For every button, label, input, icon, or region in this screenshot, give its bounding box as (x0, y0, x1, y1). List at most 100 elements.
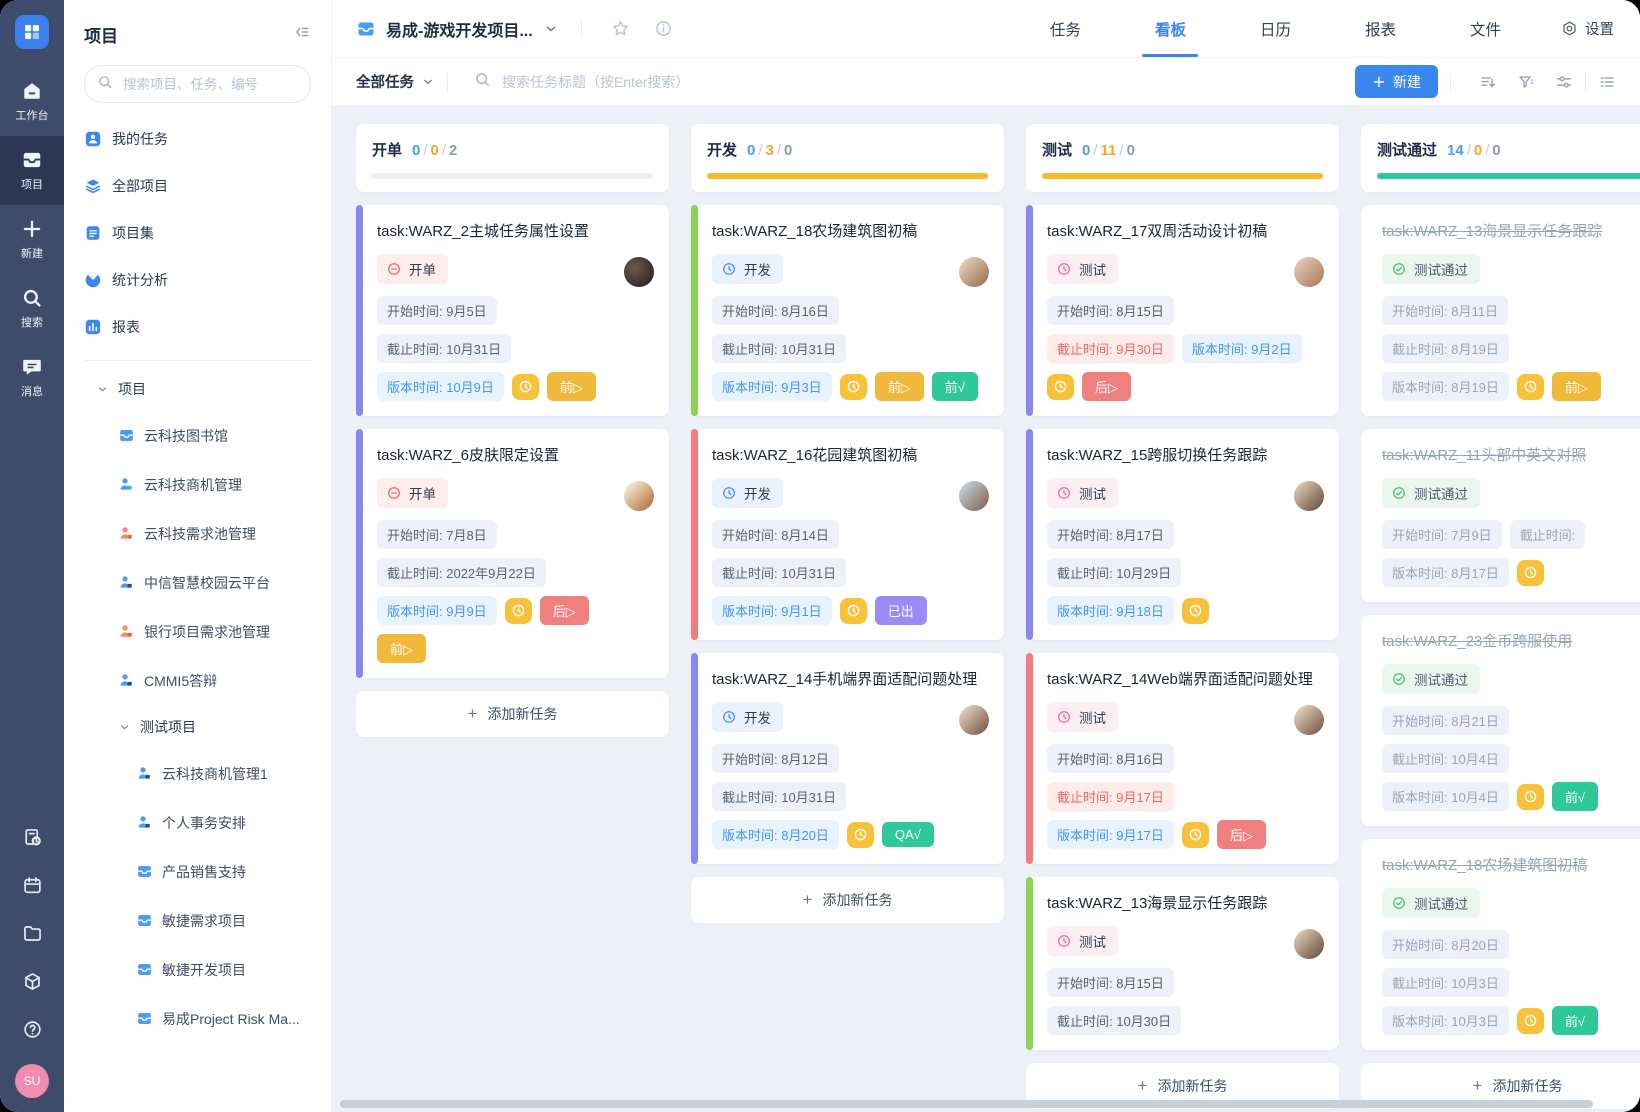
folder-icon[interactable] (22, 923, 43, 944)
sidebar-menu-item[interactable]: 报表 (84, 303, 311, 350)
app-logo-icon[interactable] (15, 15, 49, 49)
status-tag[interactable]: 开发 (712, 254, 783, 284)
sidebar-project-item[interactable]: 敏捷开发项目 (84, 945, 311, 994)
status-tag[interactable]: 开发 (712, 702, 783, 732)
task-card[interactable]: task:WARZ_2主城任务属性设置开单开始时间: 9月5日截止时间: 10月… (356, 205, 669, 416)
task-scope-dropdown[interactable]: 全部任务 (356, 71, 435, 92)
chevron-down-icon (96, 383, 109, 396)
status-tag[interactable]: 测试通过 (1382, 254, 1480, 284)
sidebar-project-item[interactable]: 云科技需求池管理 (84, 509, 311, 558)
rail-item-new[interactable]: 新建 (0, 205, 64, 274)
status-tag[interactable]: 开单 (377, 254, 448, 284)
filter-icon[interactable] (1517, 73, 1535, 91)
rail-item-workbench[interactable]: 工作台 (0, 67, 64, 136)
sidebar-search[interactable] (84, 65, 311, 103)
sidebar-group[interactable]: 测试项目 (84, 705, 311, 749)
status-tag[interactable]: 测试 (1047, 702, 1118, 732)
tab-calendar[interactable]: 日历 (1260, 0, 1291, 57)
sidebar-project-item[interactable]: 云科技商机管理 (84, 460, 311, 509)
tab-files[interactable]: 文件 (1470, 0, 1501, 57)
task-card[interactable]: task:WARZ_17双周活动设计初稿测试开始时间: 8月15日截止时间: 9… (1026, 205, 1339, 416)
card-field-row: 开始时间: 8月17日 (1047, 520, 1323, 549)
sidebar-project-item[interactable]: 易成Project Risk Ma... (84, 994, 311, 1043)
sidebar-project-item[interactable]: 产品销售支持 (84, 847, 311, 896)
status-tag[interactable]: 开单 (377, 478, 448, 508)
add-task-button[interactable]: +添加新任务 (356, 691, 669, 737)
collapse-sidebar-icon[interactable] (293, 23, 311, 46)
info-icon[interactable] (654, 19, 673, 38)
sidebar-project-item[interactable]: 个人事务安排 (84, 798, 311, 847)
sidebar-project-item[interactable]: 云科技图书馆 (84, 411, 311, 460)
rail-item-search[interactable]: 搜索 (0, 274, 64, 343)
sidebar-group[interactable]: 项目 (84, 367, 311, 411)
status-label: 开单 (409, 483, 436, 503)
cube-icon[interactable] (22, 971, 43, 992)
card-field-row: 版本时间: 9月1日已出 (712, 596, 988, 625)
card-field-row: 截止时间: 10月31日 (377, 334, 653, 363)
person-icon (118, 476, 135, 493)
task-search[interactable] (474, 71, 1355, 93)
add-task-button[interactable]: +添加新任务 (691, 877, 1004, 923)
status-tag[interactable]: 测试 (1047, 926, 1118, 956)
user-avatar[interactable]: SU (15, 1064, 49, 1098)
calendar-icon[interactable] (22, 875, 43, 896)
settings-button[interactable]: 设置 (1561, 18, 1614, 39)
card-accent-bar (691, 205, 698, 416)
task-card[interactable]: task:WARZ_6皮肤限定设置开单开始时间: 7月8日截止时间: 2022年… (356, 429, 669, 678)
sidebar-menu-item[interactable]: 全部项目 (84, 162, 311, 209)
help-icon[interactable] (22, 1019, 43, 1040)
sort-icon[interactable] (1479, 73, 1497, 91)
task-card[interactable]: task:WARZ_23金币跨服使用测试通过开始时间: 8月21日截止时间: 1… (1361, 615, 1640, 826)
sidebar-project-item[interactable]: 敏捷需求项目 (84, 896, 311, 945)
tab-board[interactable]: 看板 (1155, 0, 1186, 57)
status-tag[interactable]: 测试 (1047, 254, 1118, 284)
task-card[interactable]: task:WARZ_14手机端界面适配问题处理开发开始时间: 8月12日截止时间… (691, 653, 1004, 864)
sidebar-project-item[interactable]: CMMI5答辩 (84, 656, 311, 705)
sidebar-menu-item[interactable]: 项目集 (84, 209, 311, 256)
rail-item-messages[interactable]: 消息 (0, 343, 64, 412)
horizontal-scrollbar[interactable] (340, 1100, 1632, 1108)
task-card[interactable]: task:WARZ_18农场建筑图初稿测试通过开始时间: 8月20日截止时间: … (1361, 839, 1640, 1050)
sidebar-project-item[interactable]: 银行项目需求池管理 (84, 607, 311, 656)
sliders-icon[interactable] (1555, 73, 1573, 91)
tab-reports[interactable]: 报表 (1365, 0, 1396, 57)
card-accent-bar (356, 429, 363, 678)
task-card[interactable]: task:WARZ_11头部中英文对照测试通过开始时间: 7月9日截止时间:版本… (1361, 429, 1640, 602)
chevron-down-icon (421, 75, 435, 89)
list-view-icon[interactable] (1598, 73, 1616, 91)
scrollbar-thumb[interactable] (340, 1100, 1593, 1108)
task-search-input[interactable] (500, 73, 824, 91)
new-task-button[interactable]: 新建 (1355, 65, 1438, 98)
project-name[interactable]: 易成-游戏开发项目... (386, 17, 533, 41)
doc-clock-icon[interactable] (22, 827, 43, 848)
status-tag[interactable]: 测试 (1047, 478, 1118, 508)
sidebar-menu-item[interactable]: 统计分析 (84, 256, 311, 303)
task-card[interactable]: task:WARZ_18农场建筑图初稿开发开始时间: 8月16日截止时间: 10… (691, 205, 1004, 416)
date-chip: 截止时间: 10月31日 (712, 334, 846, 363)
favorite-star-icon[interactable] (611, 19, 630, 38)
task-card[interactable]: task:WARZ_13海景显示任务跟踪测试开始时间: 8月15日截止时间: 1… (1026, 877, 1339, 1050)
count-done: 0 (747, 142, 755, 159)
card-accent-bar (356, 205, 363, 416)
sidebar-project-item[interactable]: 云科技商机管理1 (84, 749, 311, 798)
search-icon (21, 287, 43, 309)
left-rail: 工作台项目新建搜索消息 SU (0, 0, 64, 1112)
status-tag[interactable]: 测试通过 (1382, 888, 1480, 918)
date-chip: 开始时间: 8月14日 (712, 520, 839, 549)
card-field-row: 截止时间: 10月3日 (1382, 968, 1640, 997)
clock-icon (721, 261, 737, 277)
status-tag[interactable]: 测试通过 (1382, 664, 1480, 694)
rail-item-projects[interactable]: 项目 (0, 136, 64, 205)
status-tag[interactable]: 开发 (712, 478, 783, 508)
card-field-row: 版本时间: 9月3日前▷前√ (712, 372, 988, 401)
sidebar-search-input[interactable] (121, 76, 302, 93)
chevron-down-icon[interactable] (543, 21, 559, 37)
task-card[interactable]: task:WARZ_15跨服切换任务跟踪测试开始时间: 8月17日截止时间: 1… (1026, 429, 1339, 640)
task-card[interactable]: task:WARZ_16花园建筑图初稿开发开始时间: 8月14日截止时间: 10… (691, 429, 1004, 640)
status-tag[interactable]: 测试通过 (1382, 478, 1480, 508)
tab-tasks[interactable]: 任务 (1050, 0, 1081, 57)
task-card[interactable]: task:WARZ_14Web端界面适配问题处理测试开始时间: 8月16日截止时… (1026, 653, 1339, 864)
sidebar-menu-item[interactable]: 我的任务 (84, 115, 311, 162)
sidebar-project-item[interactable]: 中信智慧校园云平台 (84, 558, 311, 607)
task-card[interactable]: task:WARZ_13海景显示任务跟踪测试通过开始时间: 8月11日截止时间:… (1361, 205, 1640, 416)
